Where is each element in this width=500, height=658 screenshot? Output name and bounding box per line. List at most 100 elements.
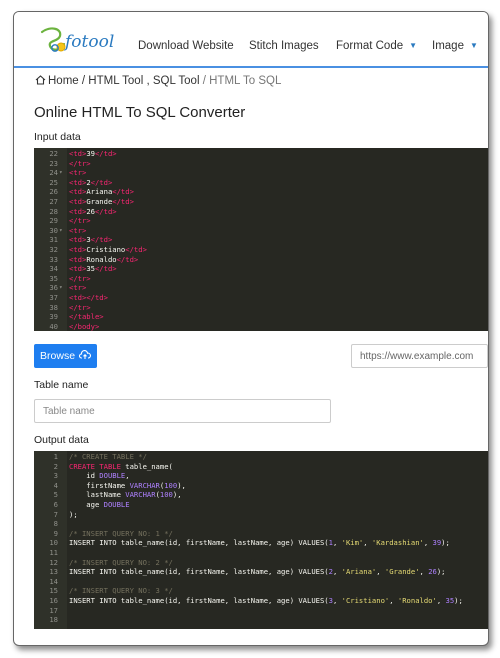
logo-text[interactable]: fotool xyxy=(65,32,114,52)
code-token: ), xyxy=(177,480,186,490)
nav-format-code-label: Format Code xyxy=(336,40,404,52)
code-line: 39 </table> xyxy=(34,312,488,322)
code-line: 36 ▾ <tr> xyxy=(34,283,488,293)
code-line: 23 </tr> xyxy=(34,158,488,169)
breadcrumb-current: HTML To SQL xyxy=(209,75,282,87)
code-line: 22 <td>39</td> xyxy=(34,149,488,159)
table-name-input[interactable] xyxy=(34,399,331,423)
input-code-editor[interactable]: 22 <td>39</td> 23 </tr> 24 ▾ <tr> 25 <td>2</td> 2… xyxy=(34,148,488,331)
code-token: ); xyxy=(69,509,78,519)
code-token: </tr> xyxy=(69,158,91,168)
line-number: 5 xyxy=(53,490,58,500)
code-token: , xyxy=(423,538,433,548)
code-token: <td> xyxy=(69,149,87,158)
code-token: 'Ariana' xyxy=(341,567,377,577)
code-line: 26 <td>Ariana</td> xyxy=(34,187,488,197)
nav-stitch-images[interactable]: Stitch Images xyxy=(249,40,319,52)
line-number: 40 xyxy=(49,321,58,331)
code-token: Ronaldo xyxy=(86,254,117,264)
code-text: age DOUBLE xyxy=(69,500,129,510)
line-number: 34 xyxy=(49,264,58,274)
nav-format-code[interactable]: Format Code ▼ xyxy=(336,40,417,52)
line-number: 1 xyxy=(53,452,58,461)
browse-button[interactable]: Browse xyxy=(34,344,97,368)
code-line: 2 CREATE TABLE table_name( xyxy=(34,461,488,472)
code-token: , xyxy=(419,567,429,577)
code-line: 24 ▾ <tr> xyxy=(34,168,488,178)
code-token: </td> xyxy=(94,149,117,158)
line-number: 26 xyxy=(49,187,58,197)
code-text: <td>35</td> xyxy=(69,264,117,274)
code-token: <td></td> xyxy=(69,293,108,302)
code-line: 31 <td>3</td> xyxy=(34,235,488,245)
code-token: table_name( xyxy=(120,461,173,471)
url-input[interactable] xyxy=(351,344,488,368)
code-text: INSERT INTO table_name(id, firstName, la… xyxy=(69,596,463,606)
code-text: <td>Cristiano</td> xyxy=(69,245,147,255)
code-token: /* INSERT QUERY NO: 3 */ xyxy=(69,586,173,596)
line-number: 11 xyxy=(49,548,58,557)
code-token: /* INSERT QUERY NO: 2 */ xyxy=(69,557,173,567)
code-text: <td></td> xyxy=(69,293,108,303)
upload-cloud-icon xyxy=(78,350,91,359)
code-line: 11 xyxy=(34,548,488,558)
code-line: 4 firstName VARCHAR(100), xyxy=(34,481,488,491)
line-number: 35 xyxy=(49,273,58,283)
fold-arrow-icon[interactable]: ▾ xyxy=(59,168,63,178)
line-number: 32 xyxy=(49,245,58,254)
code-token: 26 xyxy=(428,567,437,577)
code-line: 28 <td>26</td> xyxy=(34,207,488,217)
code-text: INSERT INTO table_name(id, firstName, la… xyxy=(69,538,450,548)
code-line: 29 </tr> xyxy=(34,216,488,226)
line-number: 22 xyxy=(49,149,58,158)
code-token: ); xyxy=(436,567,446,577)
line-number: 10 xyxy=(49,538,58,548)
breadcrumb-home-link[interactable]: Home xyxy=(48,75,79,87)
nav-download-website[interactable]: Download Website xyxy=(138,40,234,52)
code-token: , xyxy=(376,567,385,577)
fold-arrow-icon[interactable]: ▾ xyxy=(59,283,63,293)
code-token: </tr> xyxy=(69,273,91,283)
code-token: 39 xyxy=(432,538,442,548)
breadcrumb-separator: / xyxy=(202,75,206,87)
code-token: lastName xyxy=(69,490,126,500)
code-token: INSERT INTO table_name(id, firstName, la… xyxy=(69,538,329,548)
code-token: , xyxy=(436,596,446,605)
top-navbar: fotool Download Website Stitch Images Fo… xyxy=(14,12,488,68)
code-token: 'Grande' xyxy=(384,567,420,577)
nav-image[interactable]: Image ▼ xyxy=(432,40,478,52)
code-text: </tr> xyxy=(69,216,91,226)
output-code-editor[interactable]: 1 /* CREATE TABLE */ 2 CREATE TABLE table_n… xyxy=(34,451,488,629)
code-text: <td>Ariana</td> xyxy=(69,187,134,197)
code-text: firstName VARCHAR(100), xyxy=(69,481,186,491)
code-text: /* INSERT QUERY NO: 2 */ xyxy=(69,558,173,568)
code-token: id xyxy=(69,471,100,481)
browser-window: fotool Download Website Stitch Images Fo… xyxy=(13,11,489,646)
line-number: 23 xyxy=(49,158,58,168)
code-line: 33 <td>Ronaldo</td> xyxy=(34,254,488,265)
code-line: 40 </body> xyxy=(34,321,488,331)
code-line: 8 xyxy=(34,519,488,529)
code-text: <tr> xyxy=(69,168,86,178)
code-text: lastName VARCHAR(100), xyxy=(69,490,181,500)
code-text: </tr> xyxy=(69,303,91,313)
fold-arrow-icon[interactable]: ▾ xyxy=(59,226,63,236)
code-token: INSERT INTO table_name(id, firstName, la… xyxy=(69,567,329,577)
code-token: <td> xyxy=(69,264,87,274)
output-data-label: Output data xyxy=(34,434,89,446)
line-number: 7 xyxy=(53,509,58,519)
code-token: <td> xyxy=(69,254,87,264)
breadcrumb-section-link[interactable]: HTML Tool , SQL Tool xyxy=(88,75,199,87)
code-token: 100 xyxy=(159,490,173,500)
code-token: age xyxy=(69,500,104,509)
line-number: 16 xyxy=(49,596,58,605)
code-line: 5 lastName VARCHAR(100), xyxy=(34,490,488,500)
code-line: 18 xyxy=(34,615,488,625)
line-number: 38 xyxy=(49,302,58,312)
line-number: 6 xyxy=(53,500,58,509)
line-number: 37 xyxy=(49,293,58,302)
code-line: 38 </tr> xyxy=(34,302,488,313)
code-token: </tr> xyxy=(69,302,91,312)
code-token: <td> xyxy=(69,245,87,254)
code-token: <td> xyxy=(69,235,87,245)
